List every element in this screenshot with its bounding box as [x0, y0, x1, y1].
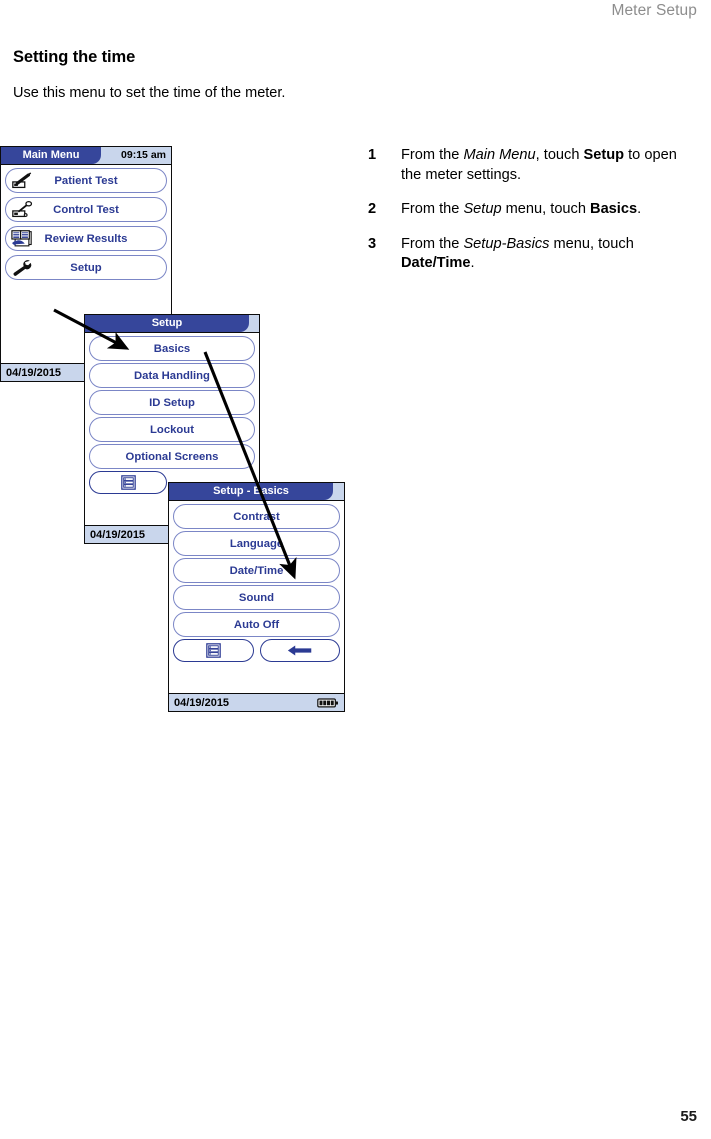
icon-button-row: [173, 639, 340, 662]
wrench-icon: [13, 259, 32, 276]
page-number: 55: [680, 1108, 697, 1125]
menu-button-contrast[interactable]: Contrast: [173, 504, 340, 529]
lancet-strip-icon: [11, 171, 33, 190]
instruction-step-2: 2 From the Setup menu, touch Basics.: [368, 200, 698, 220]
menu-button-id-setup[interactable]: ID Setup: [89, 390, 255, 415]
step-text-fragment: , touch: [535, 147, 584, 163]
step-text-fragment: From the: [401, 201, 464, 217]
menu-button-label: Review Results: [44, 233, 128, 245]
date-display: 04/19/2015: [90, 528, 146, 541]
step-number: 3: [368, 235, 377, 252]
wrench-icon: [11, 258, 33, 277]
main-menu-list-icon: [120, 475, 136, 490]
battery-icon: [317, 697, 338, 707]
menu-button-lockout[interactable]: Lockout: [89, 417, 255, 442]
step-text: From the Main Menu, touch Setup to open …: [401, 147, 677, 183]
menu-button-sound[interactable]: Sound: [173, 585, 340, 610]
titlebar-basics: Setup - Basics: [169, 483, 344, 501]
step-number: 1: [368, 147, 377, 163]
step-text-fragment: Setup: [463, 201, 502, 217]
step-text: From the Setup-Basics menu, touch Date/T…: [401, 236, 634, 272]
logbook-icon: [11, 229, 33, 248]
menu-button-label: Patient Test: [54, 175, 118, 187]
step-text-fragment: .: [470, 255, 475, 271]
menu-button-setup[interactable]: Setup: [5, 255, 167, 280]
menu-button-label: Lockout: [150, 424, 194, 436]
menu-button-language[interactable]: Language: [173, 531, 340, 556]
menu-button-auto-off[interactable]: Auto Off: [173, 612, 340, 637]
screen-title-basics: Setup - Basics: [169, 483, 333, 500]
menu-button-label: Optional Screens: [125, 451, 219, 463]
step-text-fragment: Setup: [583, 147, 625, 163]
screen-body-basics: Contrast Language Date/Time Sound Auto Off: [169, 501, 344, 692]
date-display: 04/19/2015: [174, 696, 230, 709]
step-text-fragment: From the: [401, 235, 464, 252]
menu-button-label: Contrast: [233, 511, 280, 523]
main-menu-list-button[interactable]: [89, 471, 167, 494]
logbook-icon: [11, 229, 32, 246]
menu-button-patient-test[interactable]: Patient Test: [5, 168, 167, 193]
menu-button-label: Sound: [238, 592, 275, 604]
menu-button-date-time[interactable]: Date/Time: [173, 558, 340, 583]
lancet-strip-icon: [12, 171, 32, 188]
menu-button-label: ID Setup: [149, 397, 195, 409]
menu-button-label: Basics: [153, 343, 191, 355]
step-text-fragment: menu, touch: [501, 201, 591, 217]
menu-button-review-results[interactable]: Review Results: [5, 226, 167, 251]
statusbar-basics: 04/19/2015: [169, 693, 344, 711]
control-solution-strip-icon: [11, 200, 33, 219]
titlebar-main: Main Menu 09:15 am: [1, 147, 171, 165]
running-head: Meter Setup: [611, 2, 697, 19]
instruction-step-1: 1 From the Main Menu, touch Setup to open…: [368, 146, 698, 185]
menu-button-basics[interactable]: Basics: [89, 336, 255, 361]
battery-indicator: [317, 697, 339, 708]
instruction-step-3: 3 From the Setup-Basics menu, touch Date/…: [368, 235, 698, 274]
intro-paragraph: Use this menu to set the time of the met…: [13, 85, 286, 101]
back-arrow-icon: [287, 645, 312, 656]
menu-button-label: Control Test: [53, 204, 119, 216]
clock-display: 09:15 am: [121, 149, 166, 161]
step-text-fragment: From the: [401, 147, 464, 163]
page-title: Setting the time: [13, 48, 136, 66]
step-text-fragment: Basics: [590, 201, 638, 217]
menu-button-label: Setup: [70, 262, 102, 274]
step-text: From the Setup menu, touch Basics.: [401, 201, 641, 217]
menu-button-data-handling[interactable]: Data Handling: [89, 363, 255, 388]
date-display: 04/19/2015: [6, 366, 62, 379]
titlebar-setup: Setup: [85, 315, 259, 333]
step-text-fragment: Main Menu: [463, 147, 536, 163]
step-text-fragment: Date/Time: [401, 255, 471, 271]
screen-title-setup: Setup: [85, 315, 249, 332]
menu-button-control-test[interactable]: Control Test: [5, 197, 167, 222]
main-menu-list-icon: [205, 643, 221, 658]
step-text-fragment: menu, touch: [549, 235, 634, 252]
menu-button-label: Language: [229, 538, 284, 550]
screen-title-main: Main Menu: [1, 147, 101, 164]
instruction-steps: 1 From the Main Menu, touch Setup to open…: [368, 146, 698, 289]
menu-button-label: Data Handling: [134, 370, 210, 382]
control-solution-strip-icon: [12, 200, 33, 217]
menu-button-label: Auto Off: [233, 619, 280, 631]
step-number: 2: [368, 201, 377, 217]
menu-button-optional-screens[interactable]: Optional Screens: [89, 444, 255, 469]
step-text-fragment: Setup-Basics: [463, 235, 550, 252]
main-menu-list-button[interactable]: [173, 639, 254, 662]
device-screen-setup-basics: Setup - Basics Contrast Language Date/Time S…: [168, 482, 345, 712]
step-text-fragment: .: [637, 201, 642, 217]
back-arrow-button[interactable]: [259, 639, 340, 662]
menu-button-label: Date/Time: [229, 565, 284, 577]
